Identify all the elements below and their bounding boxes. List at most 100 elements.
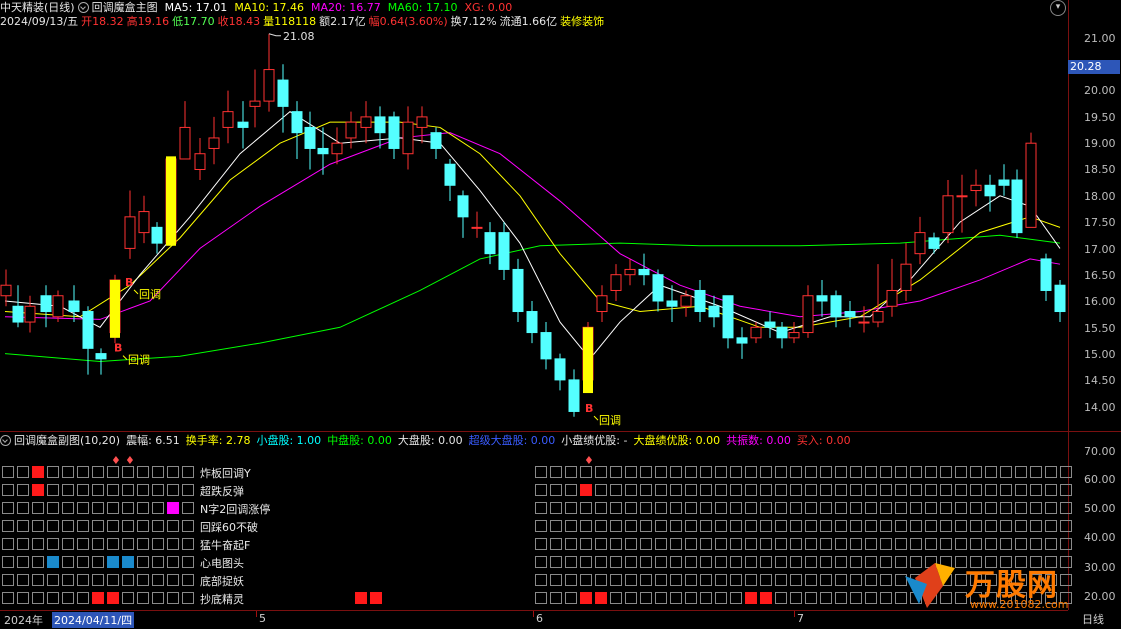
signal-cell xyxy=(107,502,119,514)
signal-cell xyxy=(77,574,89,586)
candle-down xyxy=(764,321,776,328)
signal-cell xyxy=(535,484,547,496)
signal-cell xyxy=(550,502,562,514)
candle-down xyxy=(1011,179,1023,234)
candle-down xyxy=(554,358,566,381)
signal-cell xyxy=(760,592,772,604)
signal-cell xyxy=(92,574,104,586)
signal-cell xyxy=(167,574,179,586)
signal-cell xyxy=(137,466,149,478)
signal-cell xyxy=(92,520,104,532)
signal-cell xyxy=(820,538,832,550)
signal-cell xyxy=(47,538,59,550)
price-tick: 14.00 xyxy=(1084,401,1116,414)
candle-down xyxy=(998,179,1010,186)
signal-cell xyxy=(730,574,742,586)
sector[interactable]: 装修装饰 xyxy=(560,13,604,29)
signal-cell xyxy=(137,484,149,496)
signal-cell xyxy=(1030,538,1042,550)
indicator-title[interactable]: 回调魔盒副图(10,20) xyxy=(14,432,120,448)
signal-cell xyxy=(550,538,562,550)
signal-cell xyxy=(610,520,622,532)
main-candlestick-chart[interactable]: 21.08 B 回调 B 回调 B 回调 xyxy=(0,0,1068,432)
signal-cell xyxy=(910,520,922,532)
signal-cell xyxy=(835,520,847,532)
signal-cell xyxy=(535,574,547,586)
candle-down xyxy=(722,295,734,339)
dropdown-icon[interactable] xyxy=(0,434,11,446)
signal-cell xyxy=(580,538,592,550)
signal-cell xyxy=(715,556,727,568)
signal-cell xyxy=(715,520,727,532)
small-cap-value: 小盘股: 1.00 xyxy=(256,434,322,447)
candle-up xyxy=(900,263,912,291)
signal-cell xyxy=(820,484,832,496)
signal-cell xyxy=(850,484,862,496)
signal-cell xyxy=(167,466,179,478)
signal-cell xyxy=(565,574,577,586)
dropdown-icon[interactable] xyxy=(77,1,89,13)
signal-cell xyxy=(47,556,59,568)
signal-cell xyxy=(775,592,787,604)
candle-down xyxy=(928,237,940,249)
candle-down xyxy=(374,116,386,134)
signal-cell xyxy=(152,466,164,478)
diamond-icon: ♦ xyxy=(111,454,121,467)
signal-cell xyxy=(152,592,164,604)
signal-cell xyxy=(985,502,997,514)
xg-value: XG: 0.00 xyxy=(464,0,513,14)
time-tick xyxy=(533,611,534,617)
signal-cell xyxy=(655,556,667,568)
signal-cell xyxy=(760,484,772,496)
signal-cell xyxy=(137,556,149,568)
signal-cell xyxy=(730,538,742,550)
candle-down xyxy=(457,195,469,218)
candle-down xyxy=(638,268,650,276)
signal-cell xyxy=(760,520,772,532)
signal-cell xyxy=(1000,520,1012,532)
candle-down xyxy=(652,274,664,302)
signal-cell xyxy=(152,538,164,550)
signal-cell xyxy=(580,556,592,568)
signal-cell xyxy=(895,502,907,514)
close-icon[interactable]: ▾ xyxy=(1050,0,1066,16)
header-row-2: 2024/09/13/五 开18.32 高19.16 低17.70 收18.43… xyxy=(0,14,604,28)
signal-cell xyxy=(77,484,89,496)
high-price: 高19.16 xyxy=(126,15,170,28)
signal-cell xyxy=(715,574,727,586)
signal-cell xyxy=(2,502,14,514)
signal-cell xyxy=(835,592,847,604)
signal-cell xyxy=(62,538,74,550)
signal-cell xyxy=(700,520,712,532)
signal-cell xyxy=(865,592,877,604)
signal-cell xyxy=(955,466,967,478)
signal-cell xyxy=(910,466,922,478)
signal-cell xyxy=(595,592,607,604)
candle-up xyxy=(138,211,150,234)
signal-cell xyxy=(47,574,59,586)
signal-cell xyxy=(790,538,802,550)
signal-cell xyxy=(805,592,817,604)
current-price-marker: 20.28 xyxy=(1068,60,1120,74)
mid-cap-value: 中盘股: 0.00 xyxy=(327,434,392,447)
time-cursor-date: 2024/04/11/四 xyxy=(52,612,135,628)
signal-cell xyxy=(550,574,562,586)
price-tick: 18.00 xyxy=(1084,190,1116,203)
signal-cell xyxy=(880,502,892,514)
signal-cell xyxy=(1045,466,1057,478)
signal-cell xyxy=(47,484,59,496)
signal-cell xyxy=(640,502,652,514)
signal-cell xyxy=(580,592,592,604)
signal-cell xyxy=(805,574,817,586)
candle-down xyxy=(984,184,996,197)
signal-cell xyxy=(610,556,622,568)
signal-cell xyxy=(610,538,622,550)
signal-cell xyxy=(865,484,877,496)
signal-cell xyxy=(730,556,742,568)
buy-mark: B xyxy=(585,402,593,415)
signal-cell xyxy=(895,520,907,532)
signal-cell xyxy=(700,538,712,550)
signal-cell xyxy=(77,520,89,532)
signal-cell xyxy=(745,520,757,532)
signal-cell xyxy=(865,502,877,514)
